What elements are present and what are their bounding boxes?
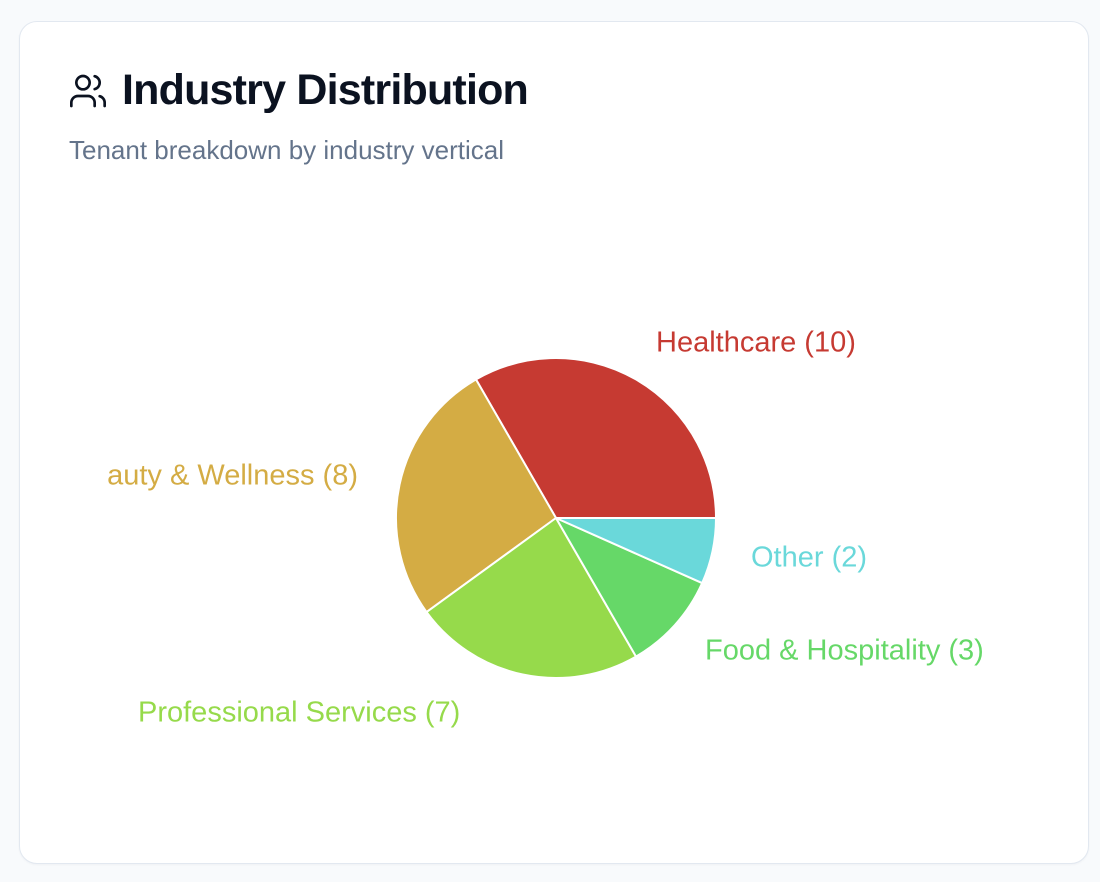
slice-label-healthcare: Healthcare (10) bbox=[656, 327, 856, 359]
slice-label-food-hospitality: Food & Hospitality (3) bbox=[705, 635, 984, 667]
industry-distribution-card: Industry Distribution Tenant breakdown b… bbox=[19, 21, 1089, 864]
slice-label-professional-services: Professional Services (7) bbox=[138, 697, 460, 729]
slice-label-other: Other (2) bbox=[751, 542, 867, 574]
pie-chart-area: Healthcare (10) auty & Wellness (8) Profes… bbox=[20, 22, 1088, 863]
pie-chart: Healthcare (10) auty & Wellness (8) Profes… bbox=[107, 327, 984, 729]
slice-label-beauty-wellness: auty & Wellness (8) bbox=[107, 460, 358, 492]
